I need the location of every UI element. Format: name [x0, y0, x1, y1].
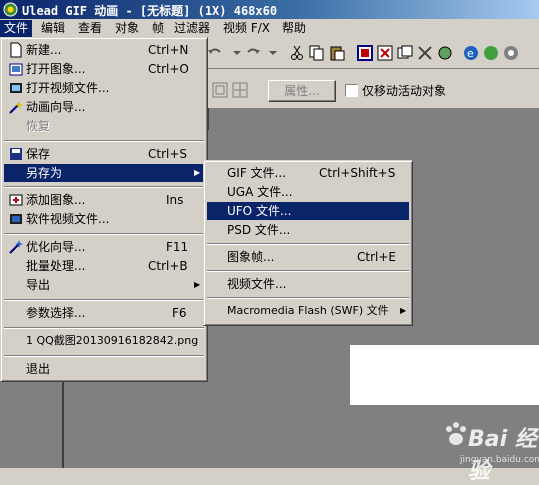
submenu-arrow-icon: ▶: [400, 306, 407, 315]
menu-help[interactable]: 帮助: [278, 20, 310, 37]
menu-item-flash-swf[interactable]: Macromedia Flash (SWF) 文件 ▶: [207, 302, 409, 320]
menu-item-psd-file[interactable]: PSD 文件...: [207, 221, 409, 239]
menu-separator: [207, 243, 409, 245]
menu-separator: [4, 355, 204, 357]
menu-item-image-frames[interactable]: 图象帧... Ctrl+E: [207, 248, 409, 266]
menu-item-add-video[interactable]: 软件视频文件...: [4, 210, 204, 228]
menu-item-animation-wizard[interactable]: 动画向导...: [4, 98, 204, 116]
chevron-down-icon[interactable]: [264, 44, 282, 62]
menu-item-recent-file[interactable]: 1 QQ截图20130916182842.png: [4, 332, 204, 350]
optimize-wizard-icon: [9, 240, 23, 254]
menu-item-add-image[interactable]: 添加图象... Ins: [4, 191, 204, 209]
menu-separator: [4, 327, 204, 329]
menu-separator: [4, 186, 204, 188]
menu-video-fx[interactable]: 视频 F/X: [219, 20, 274, 37]
distribute-icon[interactable]: [232, 82, 248, 98]
menu-frame[interactable]: 帧: [148, 20, 168, 37]
menu-separator: [207, 270, 409, 272]
menu-filter[interactable]: 过滤器: [170, 20, 214, 37]
submenu-arrow-icon: ▶: [194, 280, 201, 289]
menu-view[interactable]: 查看: [74, 20, 106, 37]
menu-item-new[interactable]: 新建... Ctrl+N: [4, 41, 204, 59]
copy-icon[interactable]: [308, 44, 326, 62]
menu-item-ufo-file[interactable]: UFO 文件...: [207, 202, 409, 220]
menu-edit[interactable]: 编辑: [37, 20, 69, 37]
menu-separator: [207, 297, 409, 299]
effects-icon[interactable]: [436, 44, 454, 62]
menu-file[interactable]: 文件: [0, 20, 33, 37]
file-menu: 新建... Ctrl+N 打开图象... Ctrl+O 打开视频文件... 动画…: [0, 37, 208, 382]
browser-preview-icon[interactable]: e: [462, 44, 480, 62]
open-video-icon: [10, 83, 22, 93]
add-image-icon: [9, 194, 23, 206]
main-toolbar: e: [200, 38, 539, 69]
paw-logo-icon: [446, 422, 466, 445]
duplicate-icon[interactable]: [396, 44, 414, 62]
wizard-icon: [9, 101, 23, 114]
new-file-icon: [10, 42, 22, 58]
tools-icon[interactable]: [416, 44, 434, 62]
save-icon: [10, 148, 22, 160]
preview-icon[interactable]: [482, 44, 500, 62]
optimize-icon[interactable]: [502, 44, 520, 62]
move-active-only-checkbox[interactable]: [345, 84, 358, 97]
menu-item-video-file[interactable]: 视频文件...: [207, 275, 409, 293]
divider: [62, 380, 64, 468]
menu-item-open-image[interactable]: 打开图象... Ctrl+O: [4, 60, 204, 78]
menu-item-save-as[interactable]: 另存为 ▶: [4, 164, 204, 182]
menu-item-optimize-wizard[interactable]: 优化向导... F11: [4, 238, 204, 256]
menu-item-gif-file[interactable]: GIF 文件... Ctrl+Shift+S: [207, 164, 409, 182]
menu-item-exit[interactable]: 退出: [4, 360, 204, 378]
divider: [208, 108, 209, 130]
menu-item-uga-file[interactable]: UGA 文件...: [207, 183, 409, 201]
paste-icon[interactable]: [328, 44, 346, 62]
move-active-only-label: 仅移动活动对象: [362, 84, 447, 98]
undo-icon[interactable]: [206, 44, 224, 62]
svg-text:e: e: [467, 47, 474, 60]
title-bar: Ulead GIF 动画 - [无标题] (1X) 468x60: [0, 0, 539, 19]
submenu-arrow-icon: ▶: [194, 168, 201, 177]
add-video-icon: [10, 214, 22, 224]
menu-separator: [4, 299, 204, 301]
align-icon[interactable]: [212, 82, 228, 98]
menu-separator: [4, 140, 204, 142]
window-title: Ulead GIF 动画 - [无标题] (1X) 468x60: [22, 4, 278, 18]
app-icon: [3, 2, 18, 17]
menu-item-batch[interactable]: 批量处理... Ctrl+B: [4, 257, 204, 275]
menu-item-export[interactable]: 导出 ▶: [4, 276, 204, 294]
properties-button[interactable]: 属性...: [268, 80, 336, 102]
cut-icon[interactable]: [288, 44, 306, 62]
baidu-watermark: Bai 经验 jingyan.baidu.com: [440, 415, 539, 484]
menu-item-save[interactable]: 保存 Ctrl+S: [4, 145, 204, 163]
menu-separator: [4, 233, 204, 235]
frame-icon[interactable]: [356, 44, 374, 62]
watermark-url: jingyan.baidu.com: [460, 455, 539, 465]
redo-icon[interactable]: [244, 44, 262, 62]
menu-item-revert: 恢复: [26, 119, 51, 133]
menu-object[interactable]: 对象: [111, 20, 143, 37]
menu-bar: 文件 编辑 查看 对象 帧 过滤器 视频 F/X 帮助: [0, 19, 539, 38]
watermark-text: Bai 经验: [468, 427, 537, 484]
save-as-submenu: GIF 文件... Ctrl+Shift+S UGA 文件... UFO 文件.…: [203, 160, 413, 326]
menu-item-open-video[interactable]: 打开视频文件...: [4, 79, 204, 97]
image-canvas[interactable]: [350, 345, 539, 405]
open-image-icon: [9, 63, 23, 76]
delete-frame-icon[interactable]: [376, 44, 394, 62]
menu-item-preferences[interactable]: 参数选择... F6: [4, 304, 204, 322]
